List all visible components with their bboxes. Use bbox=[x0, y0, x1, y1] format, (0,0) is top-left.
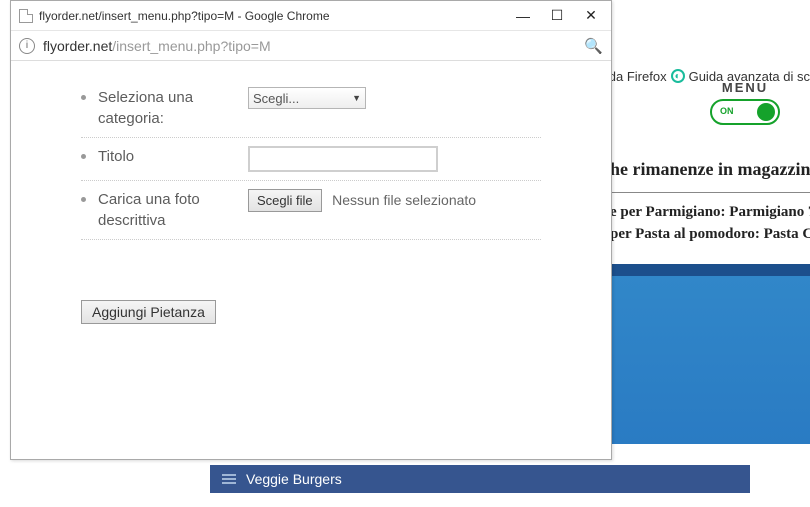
window-titlebar: flyorder.net/insert_menu.php?tipo=M - Go… bbox=[11, 1, 611, 31]
toggle-knob bbox=[757, 103, 775, 121]
hamburger-icon bbox=[222, 474, 236, 484]
window-title: flyorder.net/insert_menu.php?tipo=M - Go… bbox=[39, 9, 515, 23]
bullet-icon bbox=[81, 197, 86, 202]
pocket-icon: ◐ bbox=[671, 69, 685, 83]
row-submit: Aggiungi Pietanza bbox=[81, 300, 541, 324]
stock-line-2: per Pasta al pomodoro: Pasta C bbox=[610, 226, 810, 243]
maximize-button[interactable]: ☐ bbox=[549, 7, 565, 24]
row-title: Titolo bbox=[81, 138, 541, 181]
site-info-icon[interactable]: i bbox=[19, 38, 35, 54]
divider bbox=[600, 192, 810, 193]
search-icon[interactable]: 🔍 bbox=[584, 37, 603, 55]
chrome-popup-window: flyorder.net/insert_menu.php?tipo=M - Go… bbox=[10, 0, 612, 460]
address-bar[interactable]: i flyorder.net/insert_menu.php?tipo=M 🔍 bbox=[11, 31, 611, 61]
insert-menu-form: Seleziona una categoria: Scegli... ▼ Tit… bbox=[11, 61, 611, 324]
close-button[interactable]: ✕ bbox=[583, 7, 599, 24]
toggle-on-label: ON bbox=[720, 106, 734, 116]
page-favicon bbox=[19, 9, 33, 23]
category-bar-label: Veggie Burgers bbox=[246, 471, 342, 487]
row-upload: Carica una foto descrittiva Scegli file … bbox=[81, 181, 541, 240]
row-category: Seleziona una categoria: Scegli... ▼ bbox=[81, 79, 541, 138]
submit-button[interactable]: Aggiungi Pietanza bbox=[81, 300, 216, 324]
address-domain: flyorder.net bbox=[43, 38, 112, 54]
title-input[interactable] bbox=[248, 146, 438, 172]
bullet-icon bbox=[81, 95, 86, 100]
menu-toggle[interactable]: ON bbox=[710, 99, 780, 125]
stock-line-1: e per Parmigiano: Parmigiano 7 bbox=[610, 204, 810, 221]
upload-label: Carica una foto descrittiva bbox=[98, 189, 248, 231]
minimize-button[interactable]: — bbox=[515, 8, 531, 24]
menu-toggle-area: MENU ON bbox=[710, 80, 780, 129]
stock-heading: he rimanenze in magazzino bbox=[610, 159, 810, 180]
address-path: /insert_menu.php?tipo=M bbox=[112, 38, 270, 54]
choose-file-button[interactable]: Scegli file bbox=[248, 189, 322, 212]
category-select-value: Scegli... bbox=[253, 91, 299, 106]
title-label: Titolo bbox=[98, 146, 248, 167]
file-status: Nessun file selezionato bbox=[332, 192, 476, 208]
category-select[interactable]: Scegli... ▼ bbox=[248, 87, 366, 109]
window-controls: — ☐ ✕ bbox=[515, 7, 599, 24]
category-label: Seleziona una categoria: bbox=[98, 87, 248, 129]
chevron-down-icon: ▼ bbox=[352, 93, 361, 103]
menu-label: MENU bbox=[710, 80, 780, 95]
bullet-icon bbox=[81, 154, 86, 159]
category-bar-veggie[interactable]: Veggie Burgers bbox=[210, 465, 750, 493]
